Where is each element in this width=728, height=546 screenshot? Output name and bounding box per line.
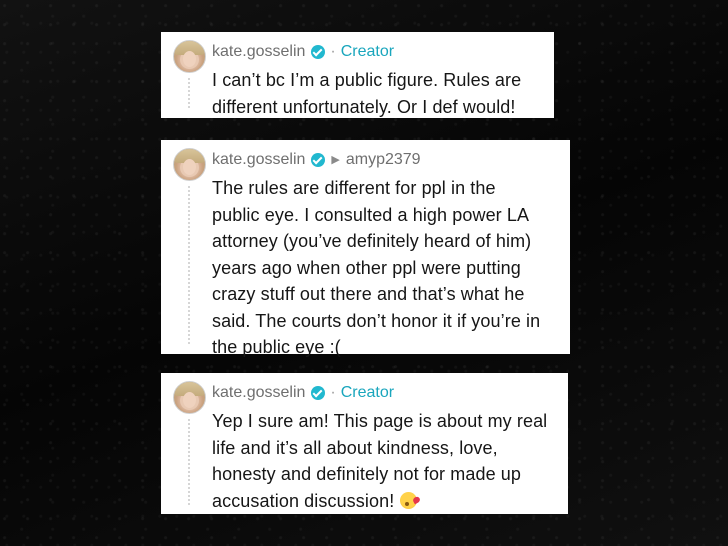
comment-text: Yep I sure am! This page is about my rea… (212, 408, 547, 514)
comment-card-3: kate.gosselin · Creator Yep I sure am! T… (161, 373, 568, 514)
comment-line: crazy stuff out there and that’s what he (212, 284, 525, 304)
comment-line: attorney (you’ve definitely heard of him… (212, 231, 532, 251)
comment-card-1: kate.gosselin · Creator I can’t bc I’m a… (161, 32, 554, 118)
comment-header: kate.gosselin · Creator (212, 42, 394, 62)
comment-line: said. The courts don’t honor it if you’r… (212, 310, 541, 331)
comment-line-with-emoji: accusation discussion! (212, 488, 547, 515)
comment-header: kate.gosselin · Creator (212, 383, 394, 403)
comment-line: Yep I sure am! This page is about my rea… (212, 411, 548, 431)
creator-badge: Creator (340, 43, 395, 60)
username[interactable]: kate.gosselin (212, 150, 305, 170)
comment-line: The rules are different for ppl in the (212, 178, 496, 198)
comment-line: different unfortunately. Or I def would! (212, 96, 516, 117)
comment-card-2: kate.gosselin ▶ amyp2379 The rules are d… (161, 140, 570, 357)
creator-badge: Creator (340, 384, 395, 401)
comment-line: honesty and definitely not for made up (212, 464, 521, 484)
username[interactable]: kate.gosselin (212, 383, 305, 403)
reply-to-username[interactable]: amyp2379 (346, 150, 421, 170)
comment-header: kate.gosselin ▶ amyp2379 (212, 150, 421, 170)
comment-line: public eye. I consulted a high power LA (212, 204, 530, 225)
thread-line (188, 78, 190, 108)
comment-line: accusation discussion! (212, 490, 395, 511)
thread-line (188, 419, 190, 505)
separator-dot: · (330, 43, 336, 60)
verified-badge-icon (311, 45, 326, 59)
comment-text: I can’t bc I’m a public figure. Rules ar… (212, 67, 521, 120)
comment-line: years ago when other ppl were putting (212, 257, 521, 278)
comment-line: I can’t bc I’m a public figure. Rules ar… (212, 70, 522, 90)
avatar[interactable] (173, 40, 206, 73)
comment-text: The rules are different for ppl in the p… (212, 175, 540, 361)
verified-badge-icon (311, 386, 326, 400)
thread-line (188, 186, 190, 344)
comment-line: the public eye :( (212, 337, 341, 357)
avatar[interactable] (173, 381, 206, 414)
verified-badge-icon (311, 153, 326, 167)
avatar[interactable] (173, 148, 206, 181)
reply-arrow-icon: ▶ (331, 154, 340, 166)
comment-line: life and it’s all about kindness, love, (212, 437, 498, 458)
face-blowing-kiss-emoji (400, 491, 418, 509)
username[interactable]: kate.gosselin (212, 42, 305, 62)
separator-dot: · (330, 384, 336, 401)
